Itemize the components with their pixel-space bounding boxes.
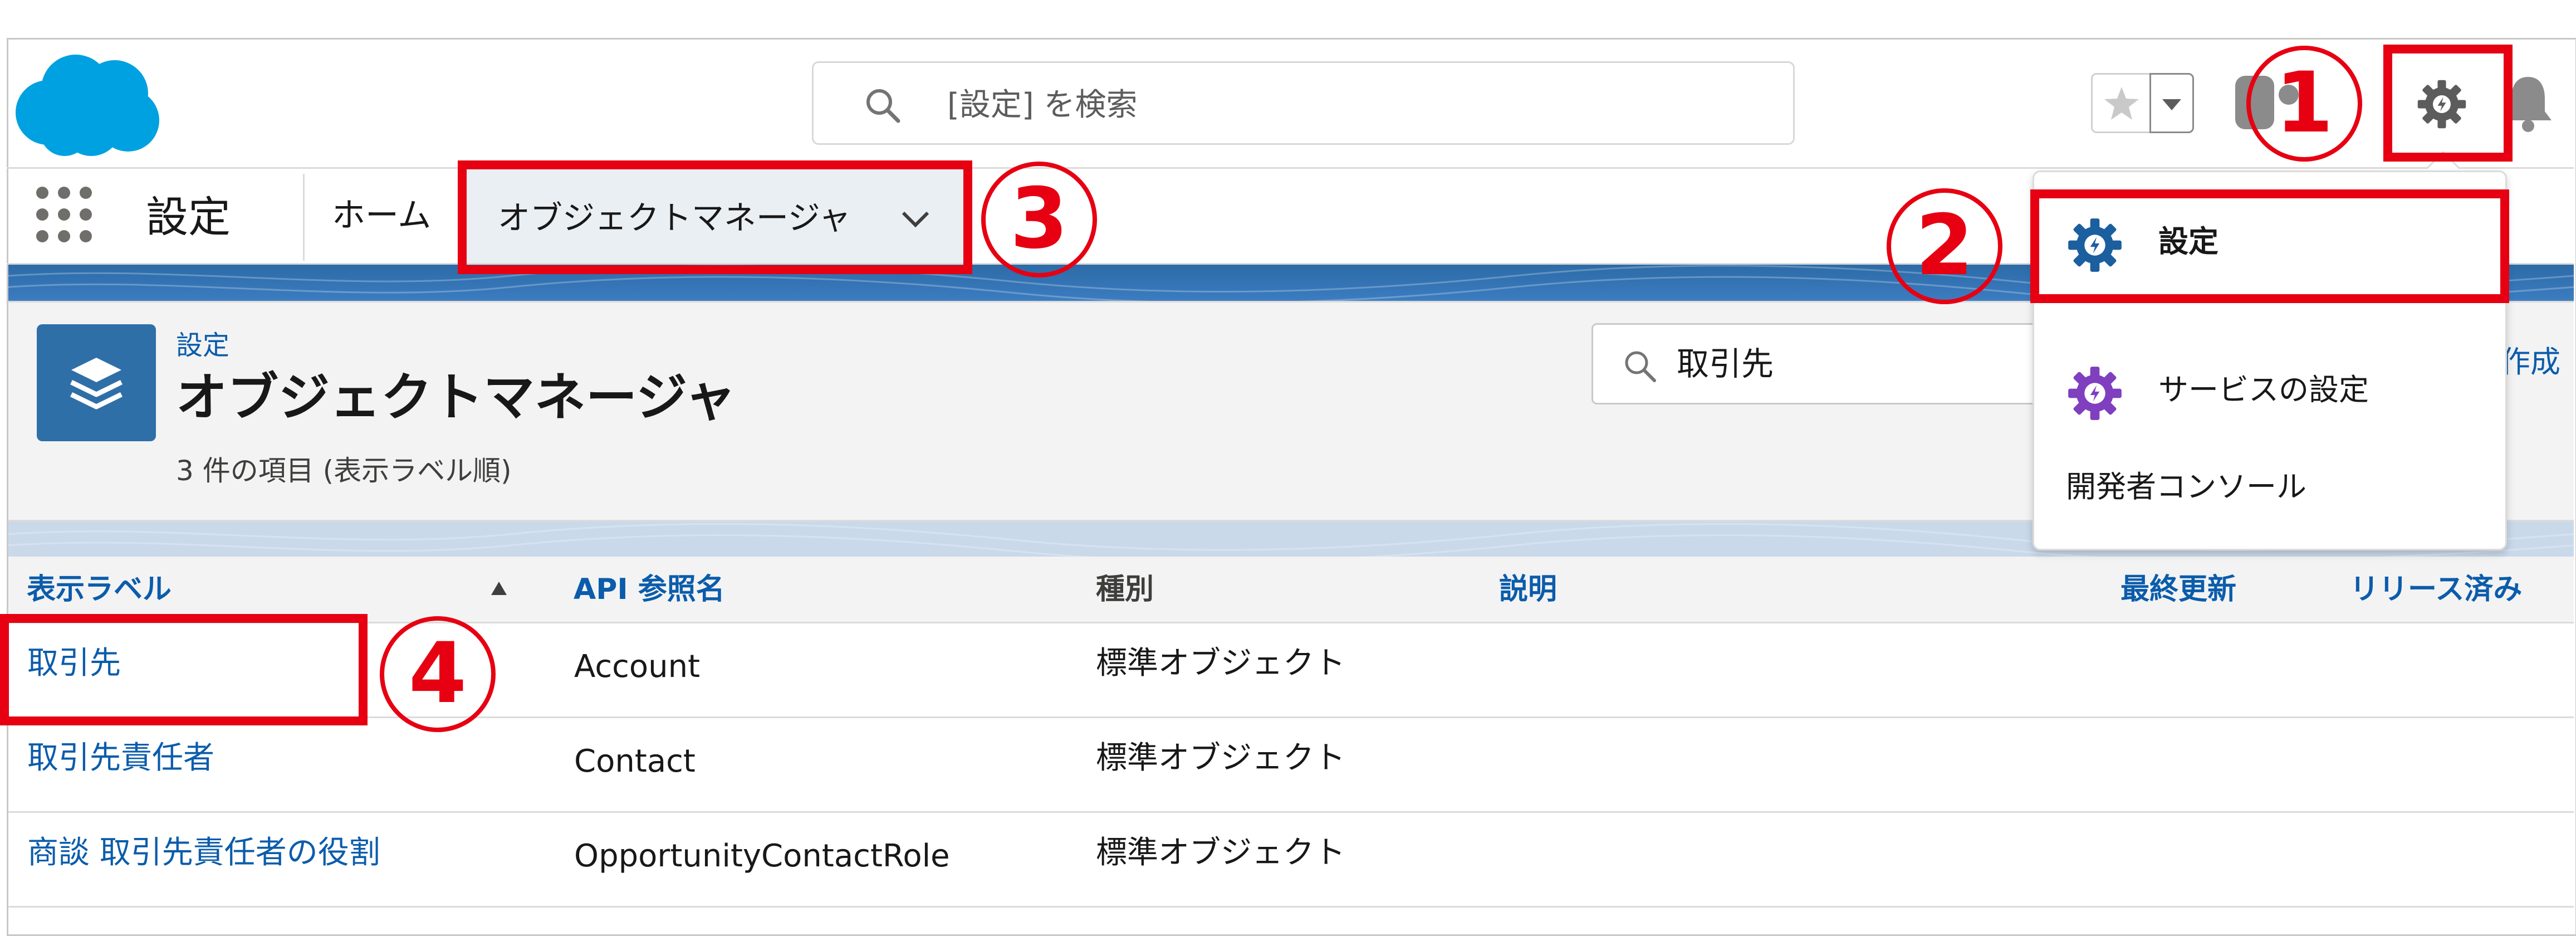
object-label-link[interactable]: 取引先責任者: [27, 736, 214, 781]
highlight-box-object-manager-tab: [458, 160, 972, 274]
column-header-description[interactable]: 説明: [1499, 567, 1557, 612]
highlight-box-account-row: [0, 614, 368, 725]
favorites-button[interactable]: [2091, 73, 2151, 133]
column-header-deployed[interactable]: リリース済み: [2350, 567, 2522, 612]
step-number-3: 3: [981, 162, 1097, 277]
search-icon: [866, 89, 900, 123]
layers-icon: [70, 358, 123, 410]
step-number-1: 1: [2246, 46, 2362, 162]
object-manager-icon: [37, 324, 156, 441]
object-type: 標準オブジェクト: [1096, 645, 1345, 681]
object-api-name: Contact: [574, 743, 696, 779]
sort-ascending-icon[interactable]: [489, 578, 509, 598]
page-title: オブジェクトマネージャ: [176, 368, 736, 427]
object-api-name: OpportunityContactRole: [574, 838, 950, 874]
object-api-name: Account: [574, 649, 701, 685]
global-search-input[interactable]: [設定] を検索: [812, 61, 1795, 145]
highlight-box-setup-menu-item: [2030, 189, 2509, 303]
menu-item-label: サービスの設定: [2158, 372, 2369, 407]
object-type: 標準オブジェクト: [1096, 740, 1345, 776]
nav-divider: [303, 174, 305, 261]
create-button[interactable]: 作成: [2500, 340, 2560, 384]
nav-tab-home[interactable]: ホーム: [332, 191, 431, 241]
table-row: 商談 取引先責任者の役割 OpportunityContactRole 標準オブ…: [8, 813, 2574, 908]
header-divider: [7, 167, 2574, 169]
column-header-api-name[interactable]: API 参照名: [574, 567, 725, 612]
quick-find-value: 取引先: [1677, 345, 1774, 383]
column-header-type: 種別: [1096, 573, 1154, 606]
column-header-last-modified[interactable]: 最終更新: [2120, 567, 2236, 612]
menu-item-developer-console[interactable]: 開発者コンソール: [2066, 465, 2306, 509]
menu-item-service-setup[interactable]: サービスの設定: [2033, 344, 2507, 428]
app-launcher-icon[interactable]: [33, 184, 95, 245]
gear-bolt-icon: [2068, 367, 2122, 420]
breadcrumb[interactable]: 設定: [176, 329, 229, 362]
step-number-2: 2: [1887, 188, 2002, 304]
object-type: 標準オブジェクト: [1096, 835, 1345, 871]
search-placeholder: [設定] を検索: [947, 87, 1138, 123]
salesforce-cloud-logo[interactable]: [13, 50, 161, 158]
column-header-label[interactable]: 表示ラベル: [27, 567, 172, 612]
app-name: 設定: [146, 192, 231, 242]
object-label-link[interactable]: 商談 取引先責任者の役割: [27, 831, 380, 875]
table-row: 取引先責任者 Contact 標準オブジェクト: [8, 718, 2574, 813]
search-icon: [1625, 351, 1656, 382]
step-number-4: 4: [380, 616, 496, 732]
highlight-box-gear: [2383, 45, 2513, 162]
item-count-label: 3 件の項目 (表示ラベル順): [176, 455, 512, 487]
chevron-down-icon: [2162, 99, 2181, 110]
favorites-dropdown-button[interactable]: [2149, 73, 2194, 133]
quick-find-input[interactable]: 取引先: [1591, 323, 2048, 404]
star-icon: [2104, 87, 2139, 120]
